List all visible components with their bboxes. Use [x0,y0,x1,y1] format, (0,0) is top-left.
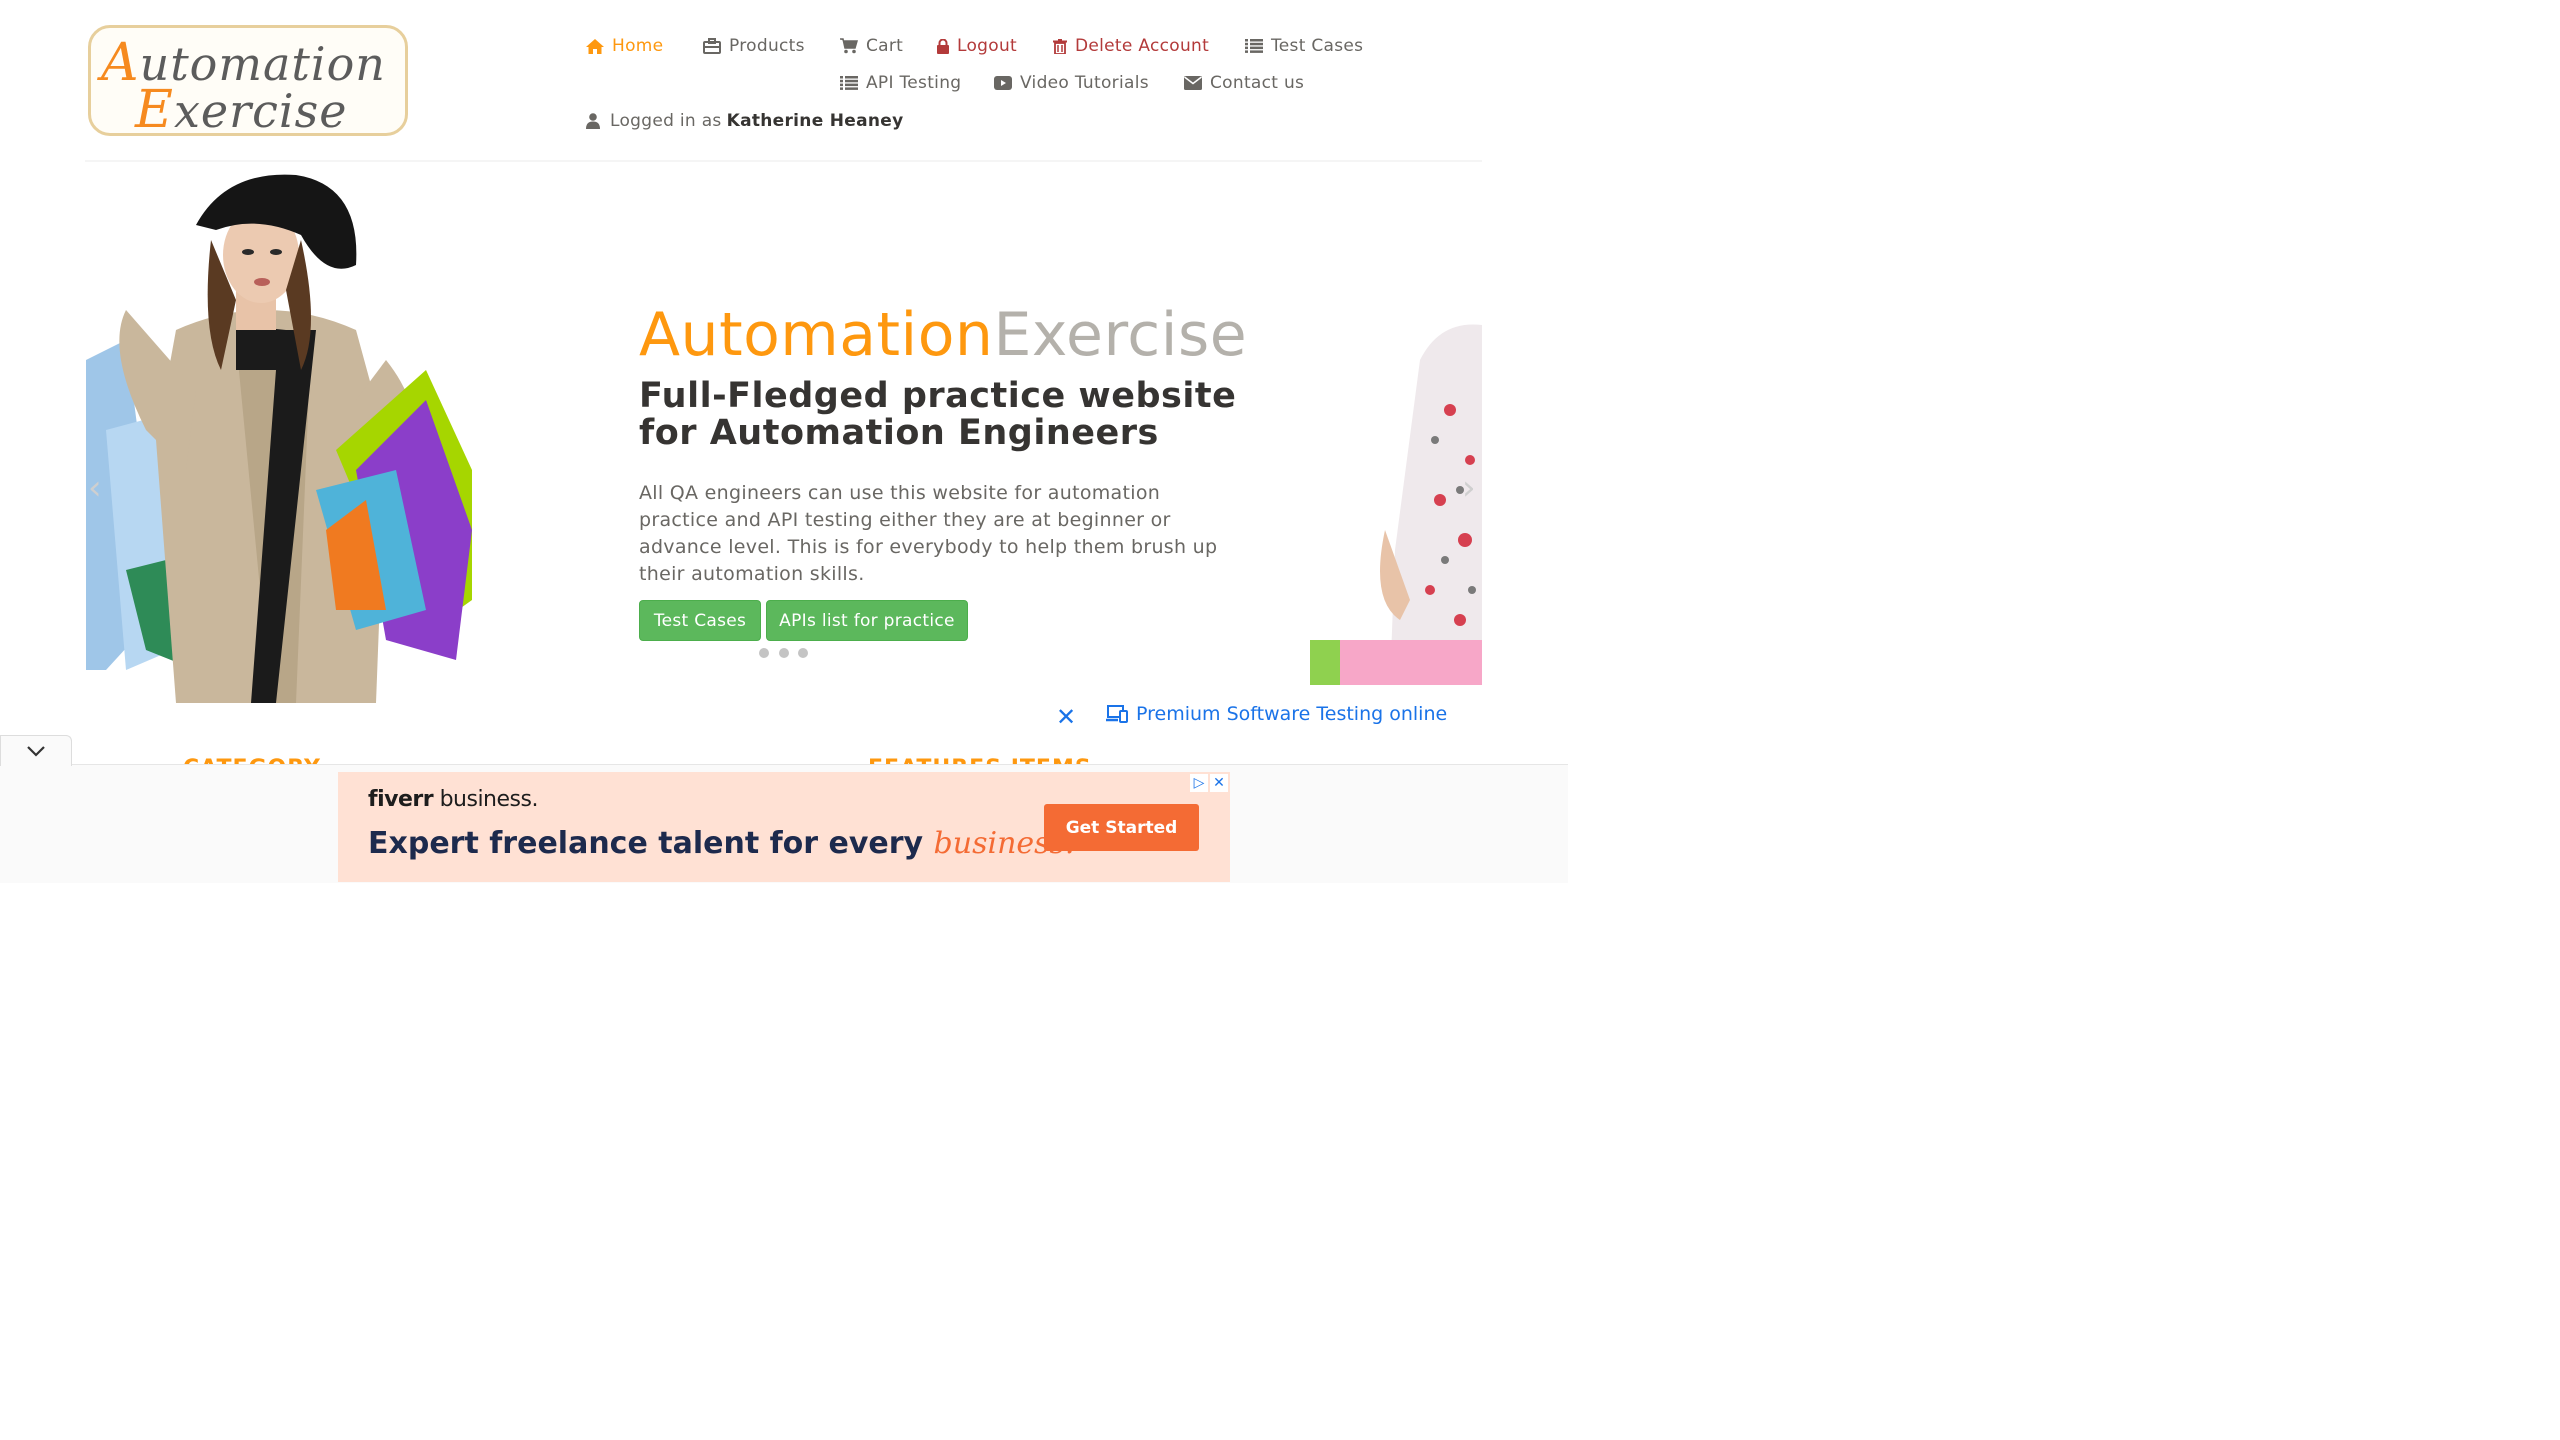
ad-brand-name: fiverr [368,787,434,812]
nav-delete-account[interactable]: Delete Account [1053,36,1209,56]
nav-delete-account-label: Delete Account [1075,36,1210,56]
logo-text-line2-cap: E [135,80,174,136]
briefcase-icon [703,38,721,54]
nav-api-testing[interactable]: API Testing [840,73,961,93]
nav-home[interactable]: Home [586,36,663,56]
slider-indicator-1[interactable] [759,648,769,658]
premium-testing-link[interactable]: Premium Software Testing online [1106,703,1447,725]
home-icon [586,38,604,54]
fiverr-business-logo: fiverr business. [368,787,538,812]
nav-test-cases[interactable]: Test Cases [1245,36,1363,56]
nav-cart[interactable]: Cart [840,36,903,56]
nav-contact-us-label: Contact us [1210,73,1305,93]
cart-icon [840,38,858,54]
envelope-icon [1184,76,1202,90]
fiverr-ad-banner[interactable]: fiverr business. Expert freelance talent… [338,772,1230,882]
ad-collapse-toggle[interactable] [0,735,72,766]
ad-close-icon[interactable]: ✕ [1210,774,1228,792]
logged-in-label: Logged in as [610,111,722,131]
list-icon [840,76,858,90]
nav-api-testing-label: API Testing [866,73,962,93]
nav-logout[interactable]: Logout [937,36,1017,56]
chevron-down-icon [27,746,45,757]
nav-logout-label: Logout [957,36,1018,56]
ad-get-started-button[interactable]: Get Started [1044,804,1199,851]
ad-headline-text: Expert freelance talent for every [368,826,934,861]
user-icon [586,113,600,129]
slider-indicator-2[interactable] [779,648,789,658]
logged-in-status: Logged in as Katherine Heaney [586,111,904,131]
slider-girl-image [86,170,472,703]
test-cases-button[interactable]: Test Cases [639,600,761,641]
nav-video-tutorials[interactable]: Video Tutorials [994,73,1149,93]
list-icon [1245,39,1263,53]
hero-description: All QA engineers can use this website fo… [639,482,1218,585]
ad-headline: Expert freelance talent for every busine… [368,826,1074,861]
apis-list-button[interactable]: APIs list for practice [766,600,968,641]
slider-indicator-3[interactable] [798,648,808,658]
hero-subtitle: Full-Fledged practice website for Automa… [639,376,1237,453]
youtube-play-icon [994,76,1012,90]
slider-prev-control[interactable]: ‹ [88,468,102,508]
devices-icon [1106,705,1128,723]
logo-text-line1-cap: A [101,33,140,93]
slider-next-control[interactable]: › [1462,468,1476,508]
close-icon[interactable]: ✕ [1056,703,1076,731]
site-logo[interactable]: Automation Exercise [88,25,408,136]
header-divider [85,160,1482,162]
nav-contact-us[interactable]: Contact us [1184,73,1304,93]
logo-text-line2: xercise [173,84,348,136]
nav-video-tutorials-label: Video Tutorials [1020,73,1149,93]
hero-title: AutomationExercise [639,300,1247,370]
hero-title-part2: Exercise [993,300,1248,370]
nav-test-cases-label: Test Cases [1271,36,1364,56]
premium-testing-link-label: Premium Software Testing online [1136,703,1448,725]
nav-products-label: Products [729,36,805,56]
trash-icon [1053,38,1067,54]
ad-brand-suffix: business. [433,787,539,812]
nav-products[interactable]: Products [703,36,805,56]
ad-choices: ▷ ✕ [1190,774,1228,792]
hero-title-part1: Automation [639,300,994,370]
lock-icon [937,38,949,54]
nav-home-label: Home [612,36,664,56]
logged-in-username: Katherine Heaney [726,111,904,131]
adchoices-icon[interactable]: ▷ [1190,774,1208,792]
nav-cart-label: Cart [866,36,904,56]
slider-next-image [1300,300,1482,685]
